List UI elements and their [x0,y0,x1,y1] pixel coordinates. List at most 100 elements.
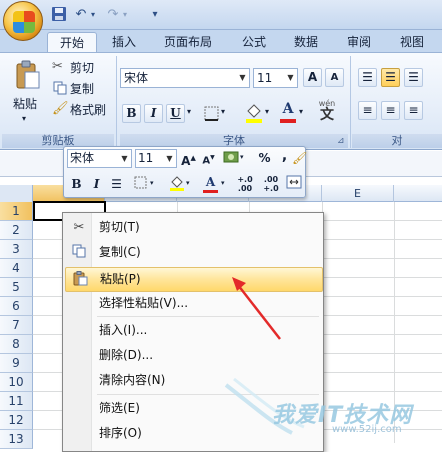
border-button[interactable] [202,104,221,123]
tab-formulas[interactable]: 公式 [232,32,276,52]
redo-dropdown-icon[interactable]: ▾ [120,6,130,24]
underline-icon: U [170,106,181,120]
bold-button[interactable]: B [122,104,141,123]
align-middle-button[interactable]: ☰ [381,68,400,87]
menu-item-delete[interactable]: 删除(D)... [65,344,321,367]
align-middle-icon: ☰ [385,70,396,84]
percent-icon: % [258,151,271,165]
mini-center-icon[interactable]: ☰ [108,175,125,193]
undo-dropdown-icon[interactable]: ▾ [88,6,98,24]
menu-item-label: 选择性粘贴(V)... [99,296,189,310]
tab-review[interactable]: 审阅 [337,32,381,52]
mini-size-select[interactable]: 11 ▼ [135,149,177,168]
font-color-button[interactable]: A [278,101,298,123]
row-header-6[interactable]: 6 [0,297,33,316]
row-header-4[interactable]: 4 [0,259,33,278]
row-header-10[interactable]: 10 [0,373,33,392]
office-button[interactable] [3,1,43,41]
row-header-3[interactable]: 3 [0,240,33,259]
phonetic-button[interactable]: wén 文 [314,99,340,125]
office-logo-icon [13,11,35,33]
scissors-icon: ✂ [52,59,63,74]
mini-percent-button[interactable]: % [256,149,273,167]
menu-item-sort[interactable]: 排序(O) [65,422,321,445]
mini-border-icon[interactable] [132,175,149,193]
row-header-7[interactable]: 7 [0,316,33,335]
mini-grow-font-icon[interactable]: A▲ [180,149,197,168]
font-family-select[interactable]: 宋体 ▼ [120,68,250,88]
mini-size-value: 11 [138,151,154,165]
chevron-down-icon[interactable]: ▾ [240,153,244,161]
mini-merge-center-icon[interactable] [285,175,302,193]
paste-dropdown-icon: ▾ [22,114,27,123]
underline-button[interactable]: U [166,104,185,123]
chevron-down-icon: ▼ [166,154,173,163]
copy-icon [70,244,88,261]
row-header-8[interactable]: 8 [0,335,33,354]
fill-color-button[interactable] [244,102,264,124]
menu-item-filter[interactable]: 筛选(E) [65,397,321,420]
chevron-down-icon[interactable]: ▾ [186,179,190,187]
mini-bold-button[interactable]: B [68,175,85,193]
align-right-button[interactable]: ≡ [404,101,423,120]
row-header-11[interactable]: 11 [0,392,33,411]
paste-label: 粘贴 [13,97,38,111]
mini-shrink-font-icon[interactable]: A▼ [200,149,217,167]
grow-font-button[interactable]: A [303,68,322,87]
align-right-icon: ≡ [408,103,419,117]
mini-format-painter-icon[interactable]: 🖌 [292,149,307,167]
row-header-2[interactable]: 2 [0,221,33,240]
chevron-down-icon[interactable]: ▾ [299,107,303,116]
menu-item-label: 插入(I)... [99,323,148,337]
mini-decrease-decimal-icon[interactable]: .00 +.0 [260,175,282,195]
chevron-down-icon[interactable]: ▾ [150,179,154,187]
dialog-launcher-icon[interactable]: ⊿ [337,136,345,146]
menu-item-copy[interactable]: 复制(C) [65,241,321,264]
mini-font-color-icon[interactable]: A [202,173,219,191]
format-painter-button[interactable]: 🖌 格式刷 [52,101,112,119]
row-header-5[interactable]: 5 [0,278,33,297]
row-header-13[interactable]: 13 [0,430,33,449]
mini-italic-button[interactable]: I [88,175,105,193]
tab-insert[interactable]: 插入 [102,32,146,52]
paste-icon [71,271,89,288]
mini-accounting-icon[interactable] [222,149,239,167]
italic-button[interactable]: I [144,104,163,123]
mini-comma-button[interactable]: , [276,147,293,165]
tab-view[interactable]: 视图 [390,32,434,52]
tab-home[interactable]: 开始 [47,32,97,52]
mini-font-select[interactable]: 宋体 ▼ [67,149,132,168]
font-size-select[interactable]: 11 ▼ [253,68,298,88]
column-header-e[interactable]: E [322,185,394,202]
tab-page-layout[interactable]: 页面布局 [156,32,220,52]
mini-increase-decimal-icon[interactable]: +.0 .00 [234,175,256,195]
shrink-font-icon: A [330,72,339,83]
tab-data[interactable]: 数据 [284,32,328,52]
mini-fill-color-icon[interactable] [168,174,185,192]
save-icon[interactable] [50,6,68,24]
shrink-font-button[interactable]: A [325,68,344,87]
select-all-corner[interactable] [0,185,33,202]
align-left-button[interactable]: ≡ [358,101,377,120]
chevron-down-icon[interactable]: ▾ [265,107,269,116]
font-color-swatch [280,119,296,123]
row-header-12[interactable]: 12 [0,411,33,430]
mini-toolbar: 宋体 ▼ 11 ▼ A▲ A▼ ▾ % , 🖌 B I ☰ ▾ ▾ A ▾ +.… [63,146,307,198]
customize-qat-icon[interactable]: ▾ [146,6,164,24]
align-center-button[interactable]: ≡ [381,101,400,120]
cut-button[interactable]: ✂ 剪切 [52,59,112,77]
font-family-value: 宋体 [124,71,149,85]
row-header-1[interactable]: 1 [0,202,33,221]
chevron-down-icon[interactable]: ▾ [221,107,225,116]
align-top-button[interactable]: ☰ [358,68,377,87]
menu-item-cut[interactable]: ✂ 剪切(T) [65,216,321,239]
row-header-9[interactable]: 9 [0,354,33,373]
menu-item-clear-contents[interactable]: 清除内容(N) [65,369,321,392]
align-bottom-button[interactable]: ☰ [404,68,423,87]
chevron-down-icon[interactable]: ▾ [187,107,191,116]
paste-big-button[interactable]: 粘贴 ▾ [8,58,46,126]
copy-button[interactable]: 复制 [52,80,112,98]
menu-separator [97,394,319,395]
align-bottom-icon: ☰ [408,70,419,84]
chevron-down-icon[interactable]: ▾ [221,179,225,187]
